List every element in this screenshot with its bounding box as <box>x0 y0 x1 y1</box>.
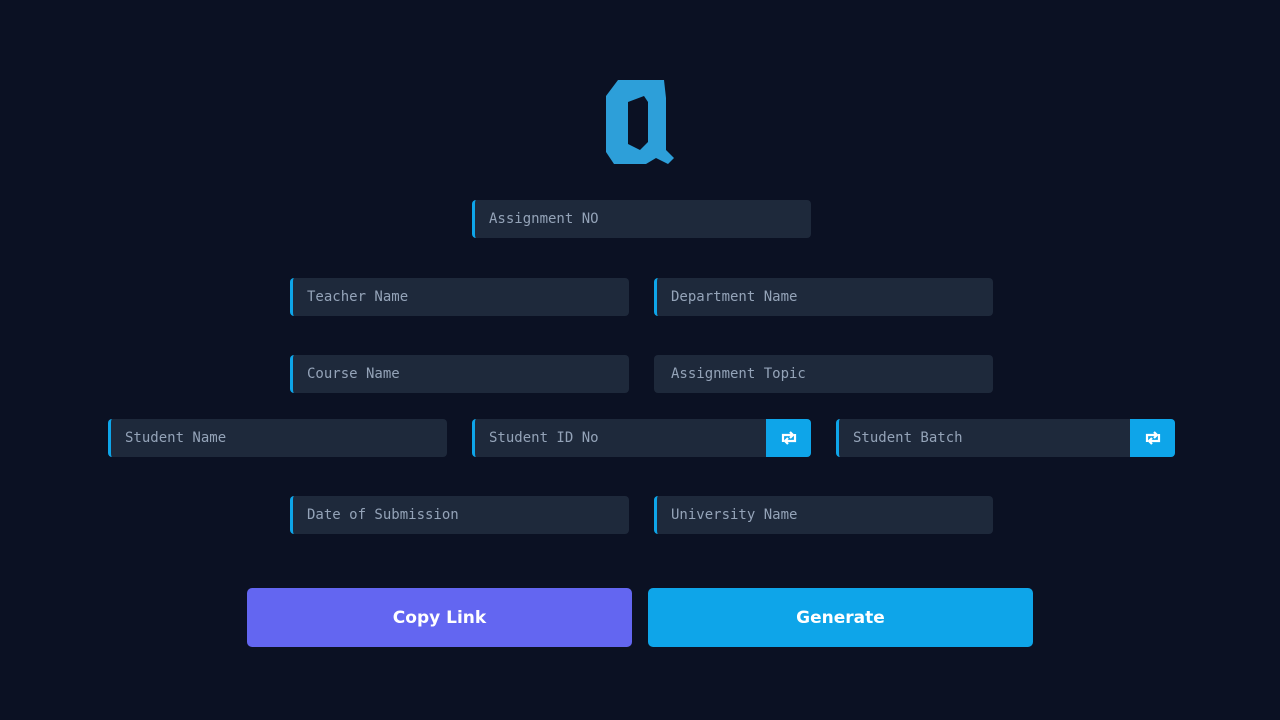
student-batch-input[interactable] <box>839 419 1130 457</box>
student-batch-field[interactable] <box>836 419 1175 457</box>
date-of-submission-input[interactable] <box>293 496 629 534</box>
student-name-input[interactable] <box>111 419 447 457</box>
date-of-submission-field[interactable] <box>290 496 629 534</box>
department-name-field[interactable] <box>654 278 993 316</box>
swap-arrows-icon <box>781 431 796 445</box>
university-name-field[interactable] <box>654 496 993 534</box>
student-id-field[interactable] <box>472 419 811 457</box>
student-id-input[interactable] <box>475 419 766 457</box>
assignment-no-field[interactable] <box>472 200 811 238</box>
course-name-input[interactable] <box>293 355 629 393</box>
teacher-name-input[interactable] <box>293 278 629 316</box>
department-name-input[interactable] <box>657 278 993 316</box>
student-name-field[interactable] <box>108 419 447 457</box>
student-id-swap-button[interactable] <box>766 419 811 457</box>
alpha-logo-icon <box>604 72 676 168</box>
university-name-input[interactable] <box>657 496 993 534</box>
copy-link-label: Copy Link <box>392 607 487 628</box>
assignment-no-input[interactable] <box>475 200 811 238</box>
course-name-field[interactable] <box>290 355 629 393</box>
swap-arrows-icon <box>1145 431 1160 445</box>
student-batch-swap-button[interactable] <box>1130 419 1175 457</box>
assignment-topic-input[interactable] <box>657 355 993 393</box>
generate-label: Generate <box>796 607 885 628</box>
copy-link-button[interactable]: Copy Link <box>247 588 632 647</box>
assignment-topic-field[interactable] <box>654 355 993 393</box>
teacher-name-field[interactable] <box>290 278 629 316</box>
generate-button[interactable]: Generate <box>648 588 1033 647</box>
